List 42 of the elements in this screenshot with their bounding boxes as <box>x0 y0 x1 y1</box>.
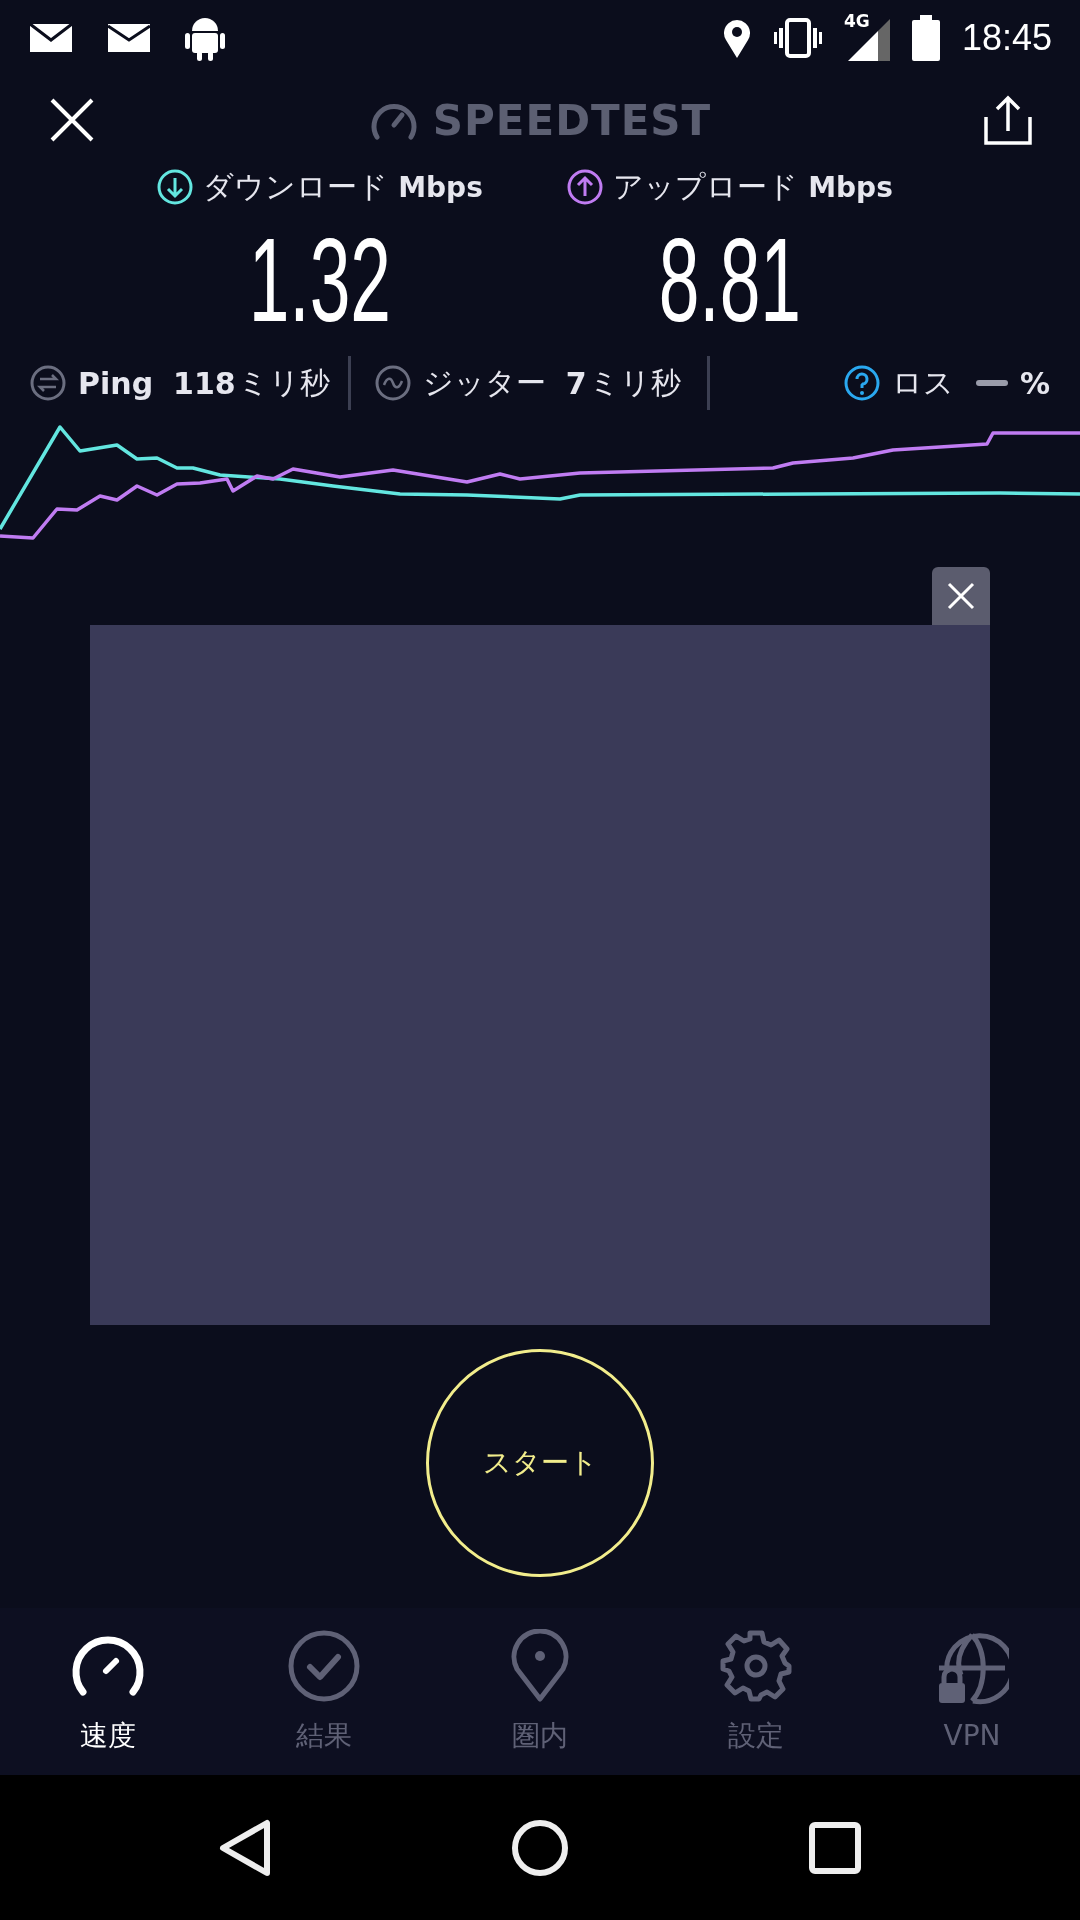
unit-label: Mbps <box>398 170 483 204</box>
location-pin-icon <box>510 1628 570 1703</box>
clock-time: 18:45 <box>961 16 1052 59</box>
metric-value: 7 <box>565 365 587 401</box>
result-label: アップロード <box>613 167 799 206</box>
metric-value: 118 <box>173 365 236 401</box>
metric-label: Ping <box>78 365 154 401</box>
location-icon <box>721 17 752 58</box>
vibrate-icon <box>773 17 822 58</box>
nav-tab[interactable]: 結果 <box>216 1628 432 1755</box>
mail-icon <box>28 21 74 54</box>
recents-icon[interactable] <box>809 1821 861 1874</box>
network-type: 4G <box>843 10 870 31</box>
unit-label: Mbps <box>808 170 893 204</box>
speed-value: 1.32 <box>248 213 392 347</box>
nav-tab[interactable]: 速度 <box>0 1628 216 1755</box>
metric-label: ロス <box>891 363 954 402</box>
help-icon[interactable] <box>843 365 880 401</box>
close-button[interactable] <box>932 567 990 625</box>
battery-icon <box>911 14 940 61</box>
metric-unit: % <box>1019 365 1050 401</box>
home-icon[interactable] <box>511 1818 569 1877</box>
nav-tab[interactable]: 圏内 <box>432 1628 648 1755</box>
mail-icon <box>106 21 152 54</box>
empty-value-bar <box>975 380 1008 386</box>
settings-icon <box>719 1628 793 1703</box>
check-circle-icon <box>287 1628 361 1703</box>
share-icon[interactable] <box>984 95 1032 145</box>
close-icon <box>946 581 976 611</box>
close-icon[interactable] <box>48 96 96 144</box>
start-button[interactable]: スタート <box>426 1348 654 1577</box>
result-label: ダウンロード <box>203 167 389 206</box>
nav-tab[interactable]: 設定 <box>648 1628 864 1755</box>
app-title: SPEEDTEST <box>432 95 712 145</box>
back-icon[interactable] <box>219 1818 271 1877</box>
ping-icon <box>30 365 66 401</box>
nav-tab[interactable]: VPN <box>864 1631 1080 1752</box>
jitter-icon <box>374 365 411 401</box>
metric-unit: ミリ秒 <box>588 363 681 402</box>
metric-unit: ミリ秒 <box>237 363 330 402</box>
speed-value: 8.81 <box>658 213 802 347</box>
metric-label: ジッター <box>422 363 546 402</box>
